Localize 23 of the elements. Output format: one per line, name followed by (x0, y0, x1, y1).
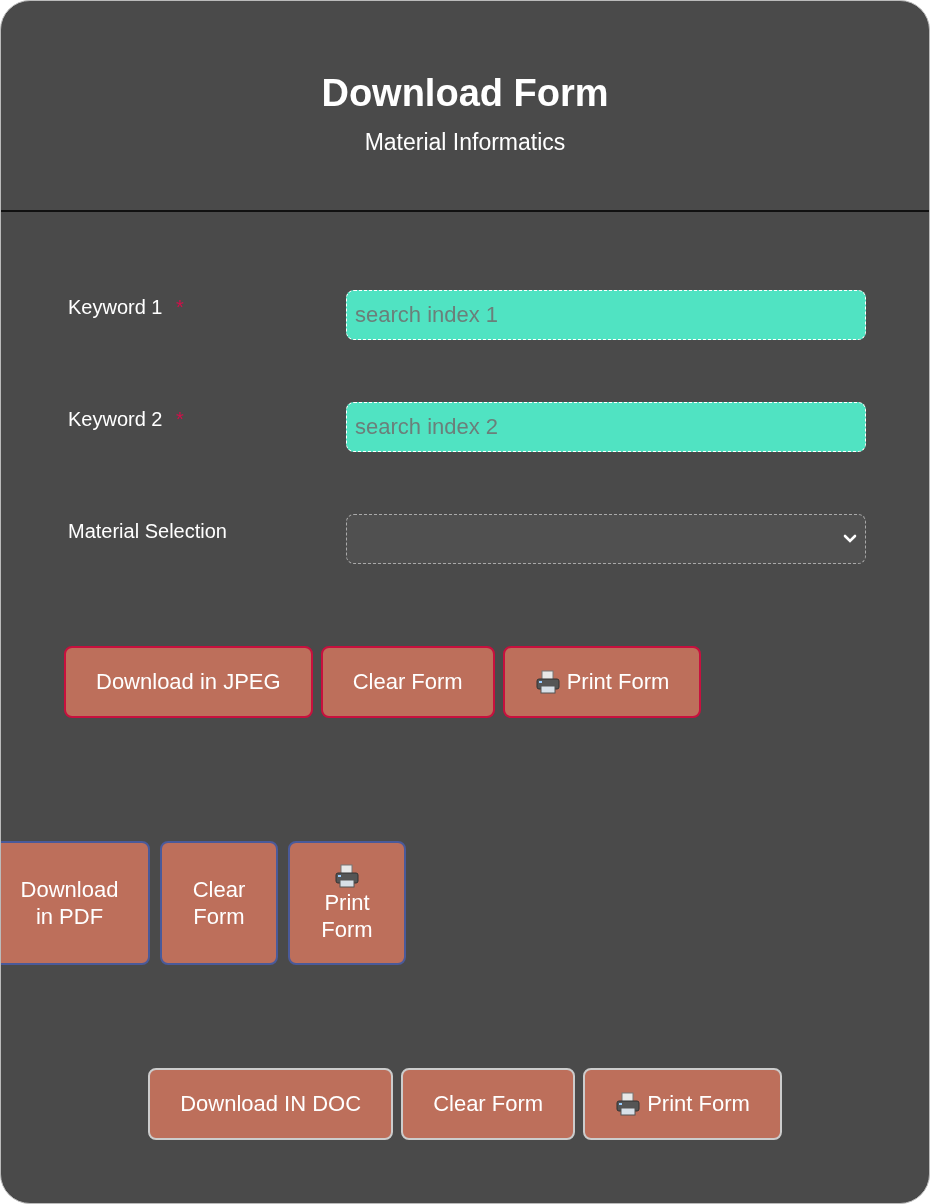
printer-icon (534, 669, 561, 695)
chevron-down-icon (843, 534, 857, 544)
field-label: Keyword 1 (68, 296, 163, 318)
clear-button[interactable]: Clear Form (320, 646, 495, 718)
form-title: Download Form (320, 71, 610, 116)
download-button[interactable]: Download in PDF (1, 841, 150, 965)
print-button[interactable]: Print Form (583, 1068, 782, 1140)
clear-button[interactable]: Clear Form (160, 841, 278, 965)
text-field[interactable]: search index 2 (346, 402, 866, 452)
download-button[interactable]: Download IN DOC (148, 1068, 394, 1140)
field-label: Material Selection (68, 520, 227, 542)
required-marker: * (176, 296, 184, 318)
printer-icon (615, 1091, 642, 1117)
clear-button[interactable]: Clear Form (401, 1068, 576, 1140)
print-button[interactable]: Print Form (502, 646, 702, 718)
text-field[interactable]: search index 1 (346, 290, 866, 340)
material-dropdown[interactable] (346, 514, 866, 564)
required-marker: * (176, 408, 184, 430)
printer-icon (334, 863, 360, 889)
print-button[interactable]: Print Form (288, 841, 406, 965)
download-button[interactable]: Download in JPEG (64, 646, 313, 718)
field-label: Keyword 2 (68, 408, 163, 430)
form-subtitle: Material Informatics (363, 129, 567, 156)
